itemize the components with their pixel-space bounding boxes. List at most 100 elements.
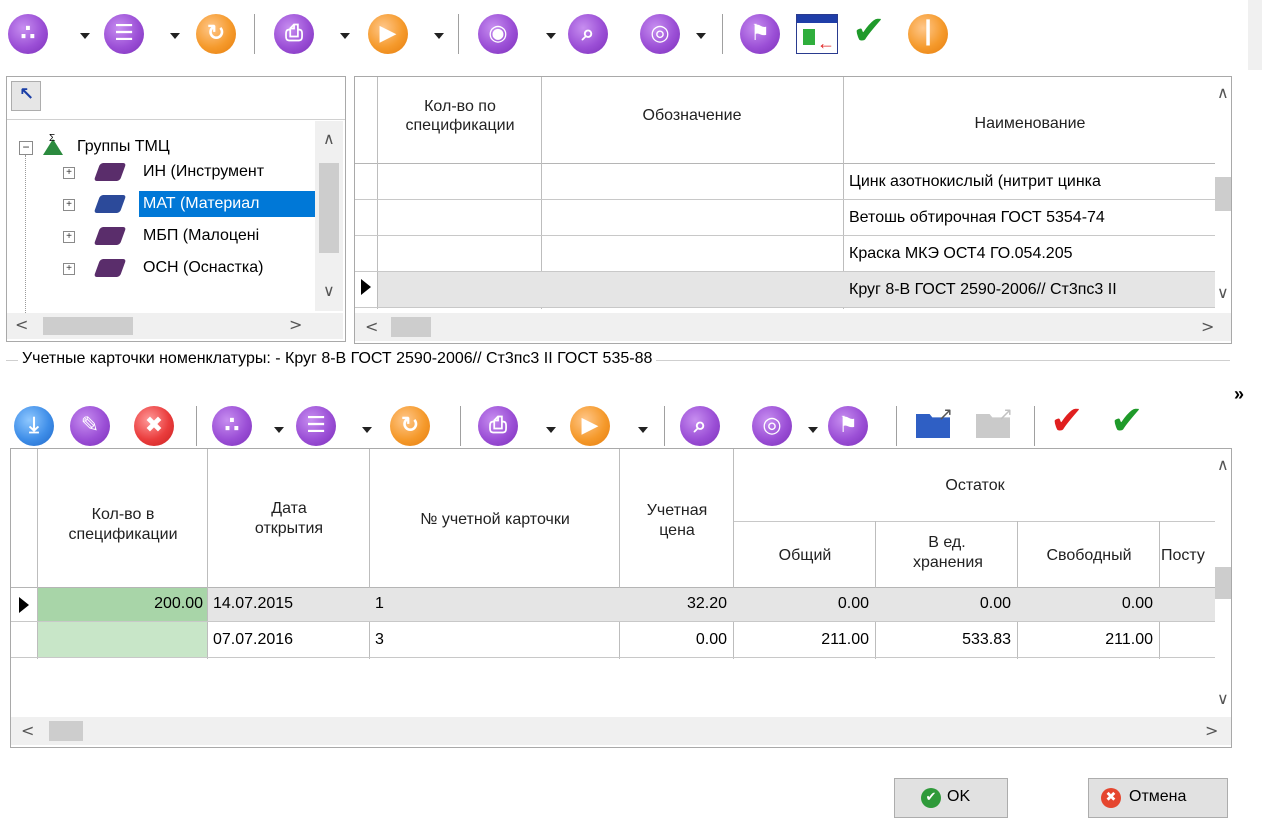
scroll-thumb[interactable] xyxy=(49,721,83,741)
flag-icon[interactable]: ⚑ xyxy=(828,406,868,446)
delete-icon[interactable]: ✖ xyxy=(134,406,174,446)
cell-total[interactable]: 0.00 xyxy=(737,595,869,613)
tree-root-label[interactable]: Группы ТМЦ xyxy=(77,138,170,156)
play-icon[interactable]: ▶ xyxy=(570,406,610,446)
cancel-button[interactable]: ✖ Отмена xyxy=(1088,778,1228,818)
tree-expand-toggle[interactable]: + xyxy=(63,167,75,179)
cell-name[interactable]: Ветошь обтирочная ГОСТ 5354-74 xyxy=(849,209,1211,227)
globe-icon[interactable]: ◎ xyxy=(640,14,680,54)
header-card-no[interactable]: № учетной карточки xyxy=(371,511,619,529)
scroll-thumb[interactable] xyxy=(319,163,339,253)
scroll-left-icon[interactable]: < xyxy=(365,317,378,336)
print-icon[interactable]: ⎙ xyxy=(478,406,518,446)
columns-icon[interactable]: ┃ xyxy=(908,14,948,54)
document-dropdown-arrow[interactable] xyxy=(170,33,180,39)
tree-collapse-toggle[interactable]: − xyxy=(19,141,33,155)
zoom-icon[interactable]: ⌕ xyxy=(680,406,720,446)
scroll-thumb[interactable] xyxy=(1215,177,1231,211)
play-dropdown-arrow[interactable] xyxy=(434,33,444,39)
refresh-icon[interactable]: ↻ xyxy=(390,406,430,446)
header-free[interactable]: Свободный xyxy=(1019,547,1159,565)
header-total[interactable]: Общий xyxy=(735,547,875,565)
link-dropdown-arrow[interactable] xyxy=(80,33,90,39)
link-icon[interactable]: ∴ xyxy=(212,406,252,446)
tree-item-label[interactable]: МАТ (Материал xyxy=(143,195,259,213)
tree-collapse-button[interactable]: ↖ xyxy=(11,81,41,111)
header-qty-spec[interactable]: Кол-во по спецификации xyxy=(379,97,541,135)
scroll-down-icon[interactable]: ∨ xyxy=(323,281,335,300)
tree-expand-toggle[interactable]: + xyxy=(63,231,75,243)
print-dropdown-arrow[interactable] xyxy=(340,33,350,39)
tree-item-label[interactable]: ИН (Инструмент xyxy=(143,163,264,181)
cell-free[interactable]: 211.00 xyxy=(1021,631,1153,649)
header-storage-units[interactable]: В ед. хранения xyxy=(877,533,1017,573)
green-checkmark-icon[interactable]: ✔ xyxy=(1110,398,1144,444)
print-icon[interactable]: ⎙ xyxy=(274,14,314,54)
header-open-date[interactable]: Дата открытия xyxy=(209,499,369,539)
tree-expand-toggle[interactable]: + xyxy=(63,263,75,275)
scroll-down-icon[interactable]: ∨ xyxy=(1217,283,1229,302)
toolbar-overflow-icon[interactable]: » xyxy=(1234,384,1244,405)
header-qty-spec[interactable]: Кол-во в спецификации xyxy=(39,505,207,545)
open-folder-icon[interactable]: ↗ xyxy=(916,404,960,440)
document-icon[interactable]: ☰ xyxy=(104,14,144,54)
cell-open-date[interactable]: 07.07.2016 xyxy=(213,631,363,649)
import-table-icon[interactable]: ← xyxy=(796,14,838,54)
link-dropdown-arrow[interactable] xyxy=(274,427,284,433)
document-dropdown-arrow[interactable] xyxy=(362,427,372,433)
tree-item-label[interactable]: МБП (Малоцені xyxy=(143,227,259,245)
header-remainder[interactable]: Остаток xyxy=(735,477,1215,495)
header-name[interactable]: Наименование xyxy=(845,115,1215,133)
cell-price[interactable]: 0.00 xyxy=(623,631,727,649)
download-icon[interactable]: ⤓ xyxy=(14,406,54,446)
scroll-right-icon[interactable]: > xyxy=(1201,317,1214,336)
document-icon[interactable]: ☰ xyxy=(296,406,336,446)
cell-storage-units[interactable]: 0.00 xyxy=(879,595,1011,613)
grid-vertical-scrollbar[interactable]: ∧ ∨ xyxy=(1215,77,1231,311)
cell-price[interactable]: 32.20 xyxy=(623,595,727,613)
scroll-down-icon[interactable]: ∨ xyxy=(1217,689,1229,708)
scroll-right-icon[interactable]: > xyxy=(1205,721,1218,740)
scroll-thumb[interactable] xyxy=(1215,567,1231,599)
globe-icon[interactable]: ◎ xyxy=(752,406,792,446)
header-receipt[interactable]: Посту xyxy=(1161,547,1215,565)
cell-free[interactable]: 0.00 xyxy=(1021,595,1153,613)
grid-horizontal-scrollbar[interactable]: < > xyxy=(355,313,1231,341)
scroll-up-icon[interactable]: ∧ xyxy=(1217,455,1229,474)
cell-name[interactable]: Круг 8-В ГОСТ 2590-2006// Ст3пс3 II xyxy=(849,281,1211,299)
cell-card-no[interactable]: 1 xyxy=(375,595,615,613)
tree-expand-toggle[interactable]: + xyxy=(63,199,75,211)
edit-icon[interactable]: ✎ xyxy=(70,406,110,446)
red-checkmark-icon[interactable]: ✔ xyxy=(1050,398,1084,444)
zoom-icon[interactable]: ⌕ xyxy=(568,14,608,54)
link-icon[interactable]: ∴ xyxy=(8,14,48,54)
flag-icon[interactable]: ⚑ xyxy=(740,14,780,54)
cell-open-date[interactable]: 14.07.2015 xyxy=(213,595,363,613)
scroll-up-icon[interactable]: ∧ xyxy=(1217,83,1229,102)
scroll-left-icon[interactable]: < xyxy=(15,315,28,334)
tree-item-label[interactable]: ОСН (Оснастка) xyxy=(143,259,263,277)
cell-name[interactable]: Цинк азотнокислый (нитрит цинка xyxy=(849,173,1211,191)
cell-total[interactable]: 211.00 xyxy=(737,631,869,649)
globe-dropdown-arrow[interactable] xyxy=(808,427,818,433)
header-price[interactable]: Учетная цена xyxy=(621,501,733,541)
cell-storage-units[interactable]: 533.83 xyxy=(879,631,1011,649)
print-dropdown-arrow[interactable] xyxy=(546,427,556,433)
tree-vertical-scrollbar[interactable]: ∧ ∨ xyxy=(315,121,343,311)
refresh-icon[interactable]: ↻ xyxy=(196,14,236,54)
eye-dropdown-arrow[interactable] xyxy=(546,33,556,39)
scroll-right-icon[interactable]: > xyxy=(289,315,302,334)
play-dropdown-arrow[interactable] xyxy=(638,427,648,433)
grid-vertical-scrollbar[interactable]: ∧ ∨ xyxy=(1215,449,1231,715)
cell-card-no[interactable]: 3 xyxy=(375,631,615,649)
play-icon[interactable]: ▶ xyxy=(368,14,408,54)
header-designation[interactable]: Обозначение xyxy=(543,107,841,125)
eye-icon[interactable]: ◉ xyxy=(478,14,518,54)
globe-dropdown-arrow[interactable] xyxy=(696,33,706,39)
grid-horizontal-scrollbar[interactable]: < > xyxy=(11,717,1231,745)
ok-button[interactable]: ✔ OK xyxy=(894,778,1008,818)
checkmark-icon[interactable]: ✔ xyxy=(852,8,886,54)
scroll-thumb[interactable] xyxy=(43,317,133,335)
cell-name[interactable]: Краска МКЭ ОСТ4 ГО.054.205 xyxy=(849,245,1211,263)
scroll-thumb[interactable] xyxy=(391,317,431,337)
